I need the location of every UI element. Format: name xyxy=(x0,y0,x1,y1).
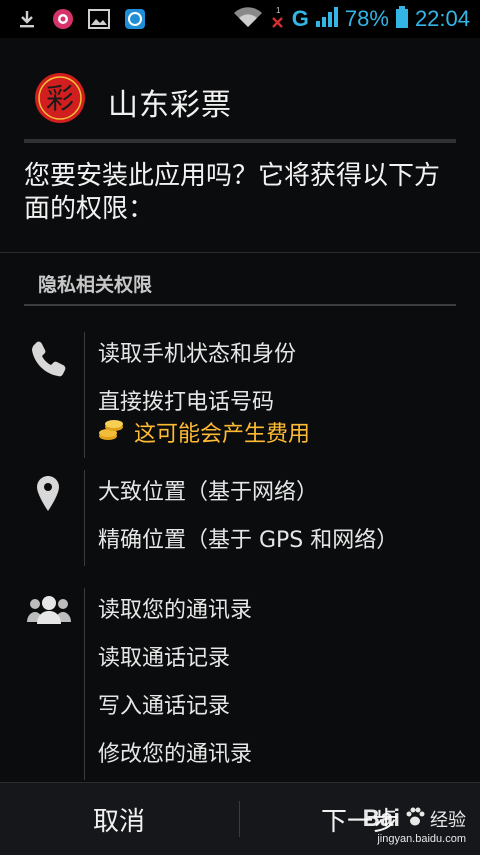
watermark: Bai 经验 jingyan.baidu.com xyxy=(363,805,466,845)
watermark-text: 经验 xyxy=(430,810,466,831)
permission-group-contacts: 读取您的通讯录 读取通话记录 写入通话记录 修改您的通讯录 xyxy=(0,586,480,780)
app-header: 彩 山东彩票 xyxy=(0,38,480,138)
permission-item: 读取您的通讯录 xyxy=(98,598,253,623)
cancel-button[interactable]: 取消 xyxy=(0,783,238,855)
group-divider xyxy=(84,588,85,780)
permission-group-location: 大致位置（基于网络） 精确位置（基于 GPS 和网络） xyxy=(0,468,480,568)
watermark-brand: Bai xyxy=(362,805,400,832)
battery-icon xyxy=(395,5,409,33)
permission-item: 写入通话记录 xyxy=(98,694,231,719)
wifi-icon xyxy=(232,5,264,33)
paw-icon xyxy=(404,806,426,832)
section-divider xyxy=(24,304,456,306)
bottom-action-bar: 取消 下一步 Bai 经验 jingyan.baidu.com xyxy=(0,782,480,855)
section-title: 隐私相关权限 xyxy=(38,274,153,296)
location-pin-icon xyxy=(28,474,68,514)
install-prompt: 您要安装此应用吗？它将获得以下方面的权限： xyxy=(24,161,441,224)
app-notification-icon xyxy=(124,8,146,30)
permission-item: 读取通话记录 xyxy=(98,646,231,671)
cost-warning: 这可能会产生费用 xyxy=(98,416,310,448)
watermark-url: jingyan.baidu.com xyxy=(377,833,466,845)
permission-item: 修改您的通讯录 xyxy=(98,742,253,767)
phone-icon xyxy=(28,338,68,378)
button-divider xyxy=(239,801,240,837)
group-divider xyxy=(84,470,85,566)
signal-icon xyxy=(315,5,339,33)
app-logo-icon: 彩 xyxy=(34,72,86,124)
contacts-icon xyxy=(26,590,72,630)
image-icon xyxy=(88,8,110,30)
network-type: G xyxy=(291,6,309,31)
download-icon xyxy=(16,8,38,30)
status-bar: 1 G 78% 22:04 xyxy=(0,0,480,38)
svg-text:1: 1 xyxy=(276,6,281,15)
permission-group-phone: 读取手机状态和身份 直接拨打电话号码 这可能会产生费用 xyxy=(0,330,480,460)
no-sim-icon: 1 xyxy=(270,5,286,33)
permission-item: 精确位置（基于 GPS 和网络） xyxy=(98,528,399,553)
clock: 22:04 xyxy=(414,6,470,31)
app-logo-char: 彩 xyxy=(46,82,74,115)
permission-item: 读取手机状态和身份 xyxy=(98,342,297,367)
header-divider xyxy=(24,139,456,143)
coins-icon xyxy=(98,418,124,446)
app-name: 山东彩票 xyxy=(108,88,232,123)
message-app-icon xyxy=(52,8,74,30)
battery-percent: 78% xyxy=(344,6,389,31)
permission-item: 大致位置（基于网络） xyxy=(98,480,319,505)
permission-item: 直接拨打电话号码 xyxy=(98,390,275,415)
cost-warning-text: 这可能会产生费用 xyxy=(134,422,311,447)
divider xyxy=(0,252,480,253)
group-divider xyxy=(84,332,85,458)
